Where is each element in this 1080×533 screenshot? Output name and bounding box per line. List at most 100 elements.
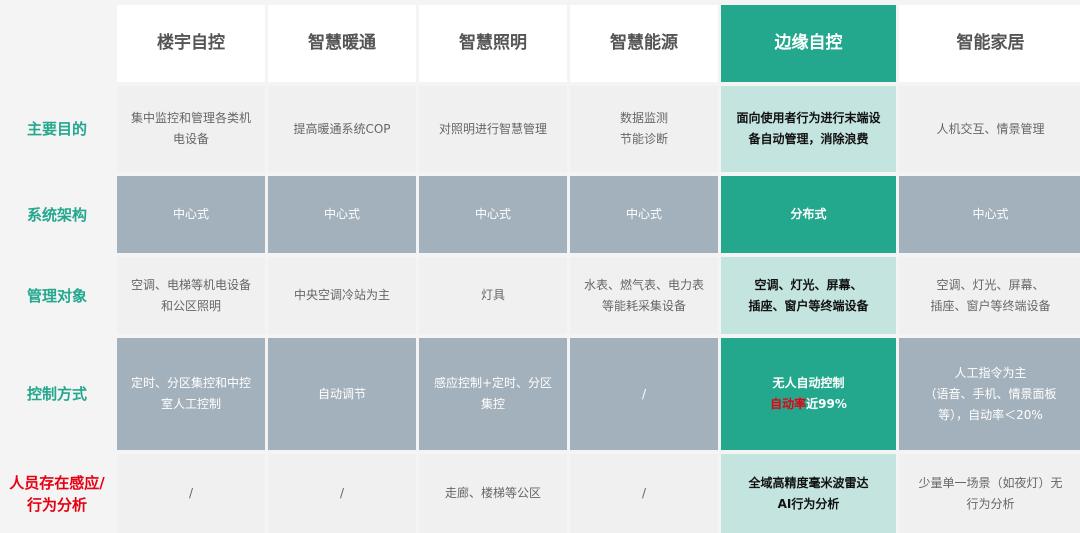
column-header-label: 智慧照明 [459,33,527,53]
cell-line: 节能诊断 [619,132,668,146]
cell-line: 备自动管理，消除浪费 [748,132,869,146]
table-cell: 对照明进行智慧管理 [419,86,567,172]
cell-line: 人工指令为主 [954,365,1027,380]
automation-rate-label: 自动率 [770,397,807,411]
cell-line: 走廊、楼梯等公区 [444,486,541,500]
cell-line: 全域高精度毫米波雷达 [748,475,869,490]
table-cell: 感应控制+定时、分区 集控 [419,338,567,450]
column-header-label: 智慧能源 [610,33,678,53]
cell-line: 无人自动控制 [772,376,845,390]
table-cell: 中央空调冷站为主 [268,257,416,334]
cell-line: / [641,386,647,401]
table-cell: / [117,454,265,533]
cell-line: 集中监控和管理各类机 [130,111,251,125]
table-cell: 中心式 [570,176,718,253]
column-header-smart-energy: 智慧能源 [570,5,718,82]
row-label-main-purpose: 主要目的 [0,86,114,172]
cell-line: 集控 [480,397,505,411]
cell-line: / [339,486,345,500]
table-cell: 空调、灯光、屏幕、 插座、窗户等终端设备 [899,257,1080,334]
table-cell: 灯具 [419,257,567,334]
column-header-smart-hvac: 智慧暖通 [268,5,416,82]
cell-line: 少量单一场景（如夜灯）无 [918,475,1063,490]
cell-line: 等），自动率＜20% [938,407,1043,422]
cell-line: 人机交互、情景管理 [936,121,1045,136]
table-cell: 人机交互、情景管理 [899,86,1080,172]
cell-line: 感应控制+定时、分区 [433,376,553,390]
cell-line: 水表、燃气表、电力表 [583,277,704,292]
cell-line: （语音、手机、情景面板 [924,386,1057,401]
table-cell: 集中监控和管理各类机 电设备 [117,86,265,172]
cell-line: 数据监测 [619,111,668,125]
table-cell-highlight: 无人自动控制 自动率近99% [721,338,896,450]
row-label-text: 管理对象 [26,286,87,305]
cell-line: 电设备 [172,132,209,146]
cell-line: 插座、窗户等终端设备 [748,298,869,313]
column-header-smart-lighting: 智慧照明 [419,5,567,82]
cell-line: 室人工控制 [160,397,221,411]
cell-line: 提高暖通系统COP [293,121,391,136]
column-header-building-automation: 楼宇自控 [117,5,265,82]
cell-line: 中心式 [323,207,360,221]
cell-line: 面向使用者行为进行末端设 [736,111,881,125]
cell-line: 空调、电梯等机电设备 [130,277,251,292]
table-cell: 提高暖通系统COP [268,86,416,172]
column-header-edge-control: 边缘自控 [721,5,896,82]
table-cell-highlight: 面向使用者行为进行末端设 备自动管理，消除浪费 [721,86,896,172]
table-cell: / [570,338,718,450]
table-cell: 走廊、楼梯等公区 [419,454,567,533]
cell-line: 插座、窗户等终端设备 [930,298,1051,313]
cell-line: 中心式 [972,207,1009,221]
table-cell-highlight: 全域高精度毫米波雷达 AI行为分析 [721,454,896,533]
row-label-text: 主要目的 [26,120,87,138]
table-cell: / [268,454,416,533]
table-cell: 人工指令为主 （语音、手机、情景面板 等），自动率＜20% [899,338,1080,450]
cell-line: AI行为分析 [777,496,840,511]
row-label-text: 人员存在感应/行为分析 [9,473,105,514]
cell-line: 灯具 [480,288,505,302]
row-label-control-mode: 控制方式 [0,338,114,450]
column-header-label: 边缘自控 [774,33,843,53]
table-corner [0,5,114,82]
table-cell: 中心式 [268,176,416,253]
cell-line: 中心式 [172,207,209,221]
row-label-text: 系统架构 [26,205,87,224]
row-label-presence-sensing: 人员存在感应/行为分析 [0,454,114,533]
column-header-label: 智慧暖通 [308,33,376,53]
cell-line: 空调、灯光、屏幕、 [936,277,1045,292]
table-cell: 中心式 [419,176,567,253]
cell-line: 自动调节 [317,386,366,401]
table-cell: 中心式 [899,176,1080,253]
cell-line: 中心式 [474,207,511,221]
cell-line: 等能耗采集设备 [601,298,686,313]
table-cell: 数据监测 节能诊断 [570,86,718,172]
cell-line: 空调、灯光、屏幕、 [754,277,863,292]
comparison-table: 楼宇自控 智慧暖通 智慧照明 智慧能源 边缘自控 智能家居 主要目的 集中监控和… [0,0,1080,533]
table-cell: 定时、分区集控和中控 室人工控制 [117,338,265,450]
cell-line: 和公区照明 [160,298,221,313]
column-header-smart-home: 智能家居 [899,5,1080,82]
table-cell: 自动调节 [268,338,416,450]
row-label-text: 控制方式 [26,385,87,403]
table-cell: 水表、燃气表、电力表 等能耗采集设备 [570,257,718,334]
column-header-label: 智能家居 [956,33,1025,53]
table-cell-highlight: 分布式 [721,176,896,253]
cell-line: / [188,486,194,500]
cell-line: 行为分析 [966,496,1015,511]
cell-line: 分布式 [790,207,827,221]
cell-line: / [641,486,647,500]
table-cell: 中心式 [117,176,265,253]
cell-line: 中央空调冷站为主 [293,288,390,302]
row-label-managed-objects: 管理对象 [0,257,114,334]
table-cell: 空调、电梯等机电设备 和公区照明 [117,257,265,334]
automation-rate-value: 近99% [806,397,847,411]
cell-line: 对照明进行智慧管理 [438,121,547,136]
row-label-architecture: 系统架构 [0,176,114,253]
table-cell-highlight: 空调、灯光、屏幕、 插座、窗户等终端设备 [721,257,896,334]
column-header-label: 楼宇自控 [157,33,225,53]
cell-line: 定时、分区集控和中控 [130,376,251,390]
cell-line: 中心式 [625,207,662,221]
automation-rate-line: 自动率近99% [770,394,847,415]
table-cell: / [570,454,718,533]
table-cell: 少量单一场景（如夜灯）无 行为分析 [899,454,1080,533]
